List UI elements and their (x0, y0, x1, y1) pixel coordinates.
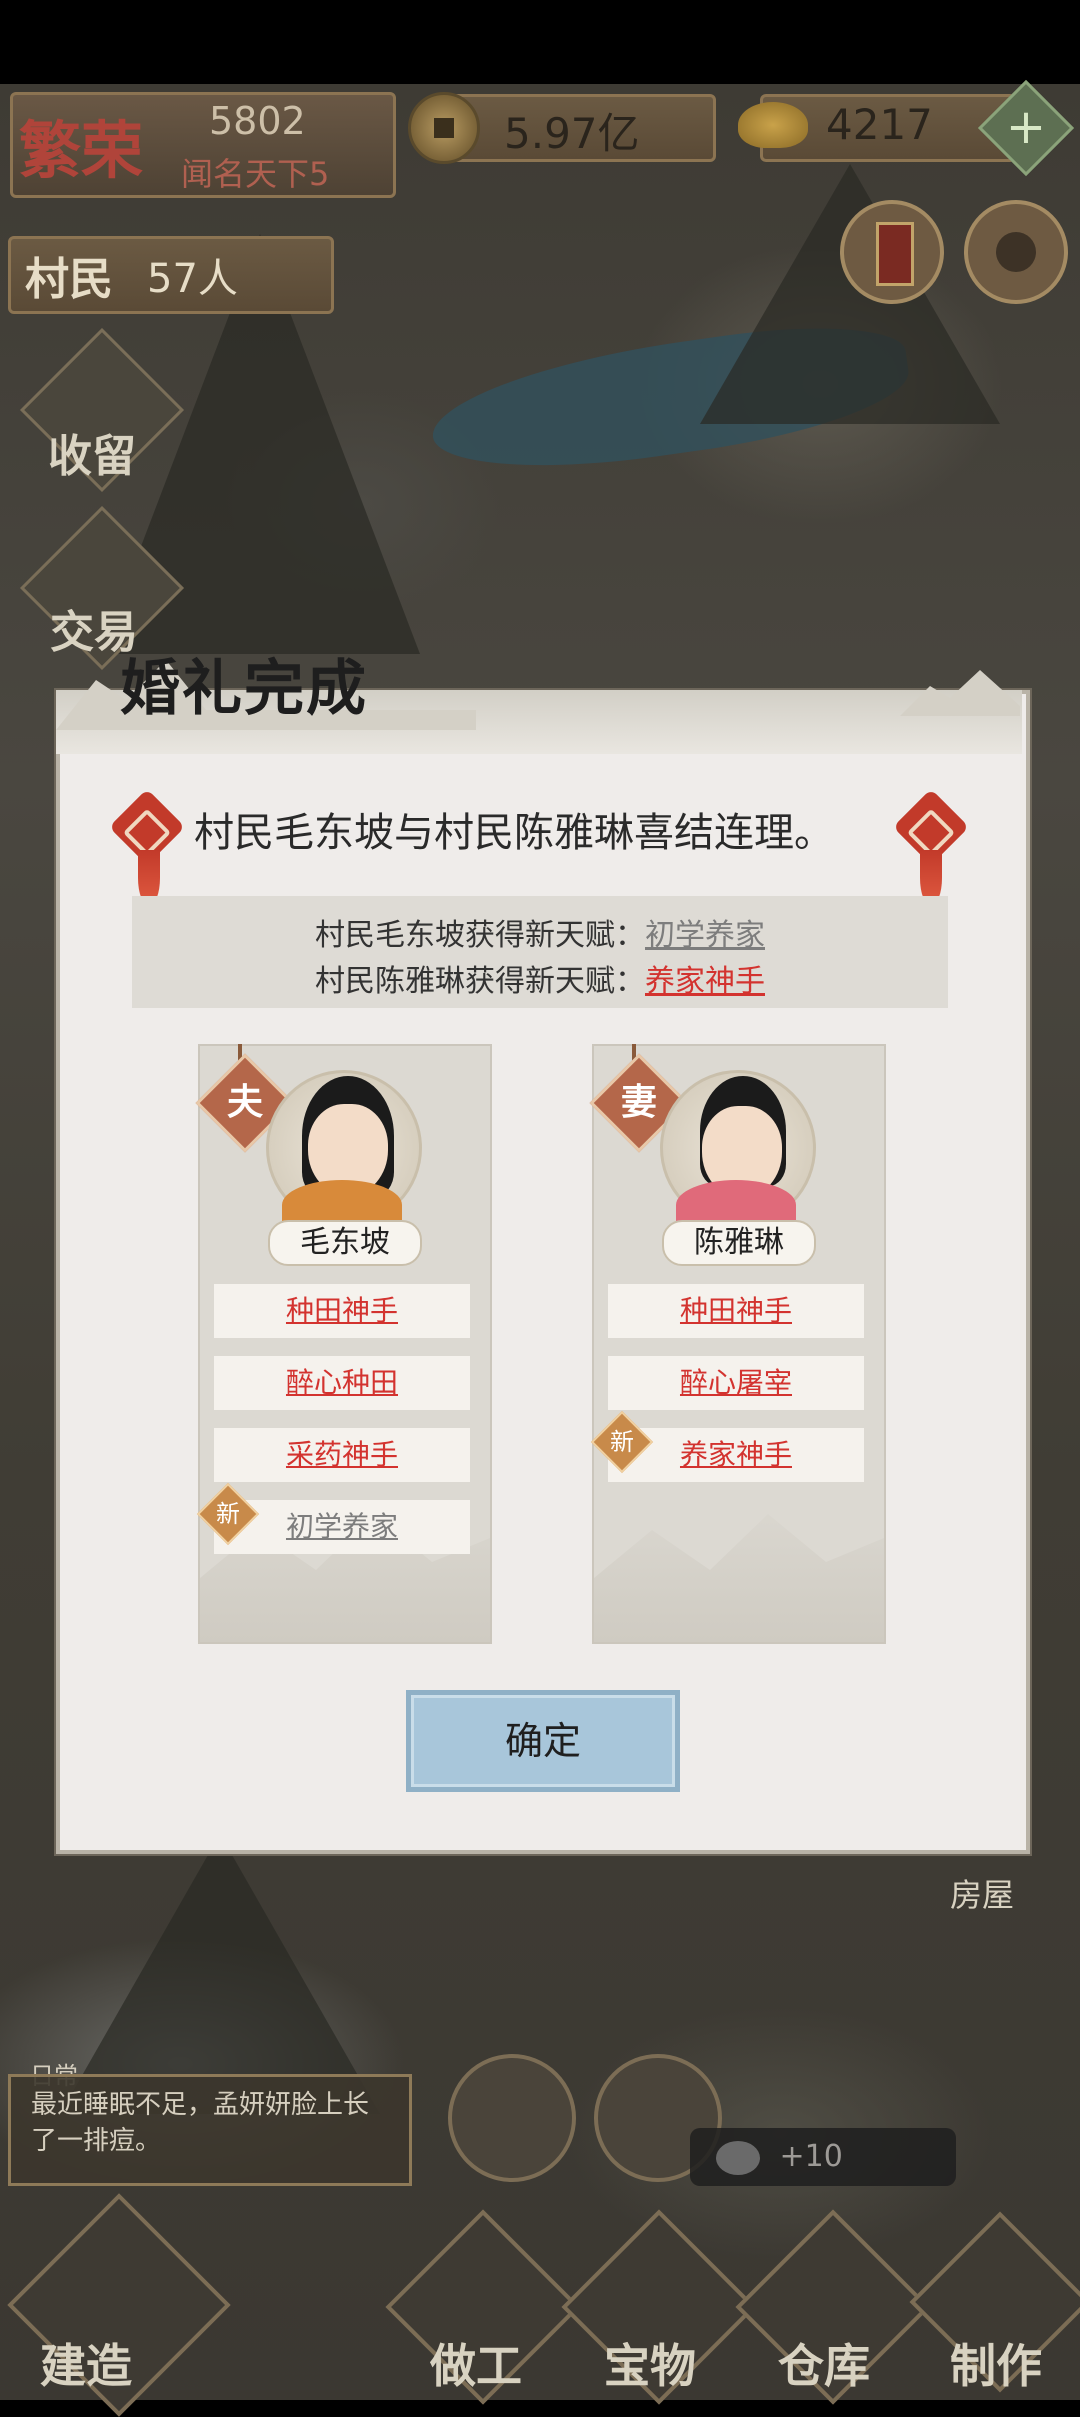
husband-skill[interactable]: 种田神手 (214, 1284, 470, 1338)
scroll-icon[interactable] (840, 200, 944, 304)
wife-skill[interactable]: 醉心屠宰 (608, 1356, 864, 1410)
wife-skill[interactable]: 种田神手 (608, 1284, 864, 1338)
dialog-title: 婚礼完成 (120, 654, 368, 724)
reward-popup: +10 (690, 2128, 956, 2186)
crab-icon (716, 2140, 760, 2175)
confirm-button[interactable]: 确定 (406, 1690, 680, 1792)
wife-name: 陈雅琳 (662, 1220, 816, 1266)
prosperity-rank: 闻名天下5 (181, 155, 330, 193)
reward-amount: +10 (779, 2139, 843, 2174)
husband-name: 毛东坡 (268, 1220, 422, 1266)
talent-wife-value[interactable]: 养家神手 (645, 964, 765, 999)
husband-skill[interactable]: 采药神手 (214, 1428, 470, 1482)
villagers-count: 57人 (147, 256, 238, 302)
coins-value: 5.97亿 (504, 109, 640, 158)
talent-line-wife: 村民陈雅琳获得新天赋：养家神手 (315, 964, 765, 999)
mountain (60, 1834, 380, 2114)
gold-ingot-icon (738, 102, 808, 148)
villagers-panel[interactable]: 村民 57人 (8, 236, 334, 314)
talent-husband-value[interactable]: 初学养家 (645, 918, 765, 953)
villagers-label: 村民 (25, 254, 113, 305)
warehouse-label[interactable]: 仓库 (778, 2330, 870, 2396)
work-label[interactable]: 做工 (430, 2330, 522, 2396)
prosperity-value: 5802 (209, 99, 306, 143)
house-label[interactable]: 房屋 (950, 1870, 1014, 1916)
settings-gear-icon[interactable] (964, 200, 1068, 304)
coin-icon (408, 92, 480, 164)
build-label[interactable]: 建造 (40, 2330, 132, 2396)
talent-line-husband: 村民毛东坡获得新天赋：初学养家 (315, 918, 765, 953)
prosperity-panel[interactable]: 繁荣 5802 闻名天下5 (10, 92, 396, 198)
talent-summary-box: 村民毛东坡获得新天赋：初学养家 村民陈雅琳获得新天赋：养家神手 (132, 896, 948, 1008)
mountain (700, 164, 1000, 424)
gold-value: 4217 (826, 100, 933, 149)
prosperity-title: 繁荣 (19, 114, 144, 187)
status-bar (0, 0, 1080, 84)
craft-label[interactable]: 制作 (950, 2330, 1042, 2396)
treasure-label[interactable]: 宝物 (604, 2330, 696, 2396)
husband-skill[interactable]: 醉心种田 (214, 1356, 470, 1410)
wedding-message: 村民毛东坡与村民陈雅琳喜结连理。 (194, 810, 834, 856)
corner-mountain-decor (900, 670, 1020, 716)
bracelet-icon[interactable] (448, 2054, 576, 2182)
daily-news-box[interactable]: 最近睡眠不足，孟妍妍脸上长了一排痘。 (8, 2074, 412, 2186)
shelter-label: 收留 (48, 431, 136, 482)
